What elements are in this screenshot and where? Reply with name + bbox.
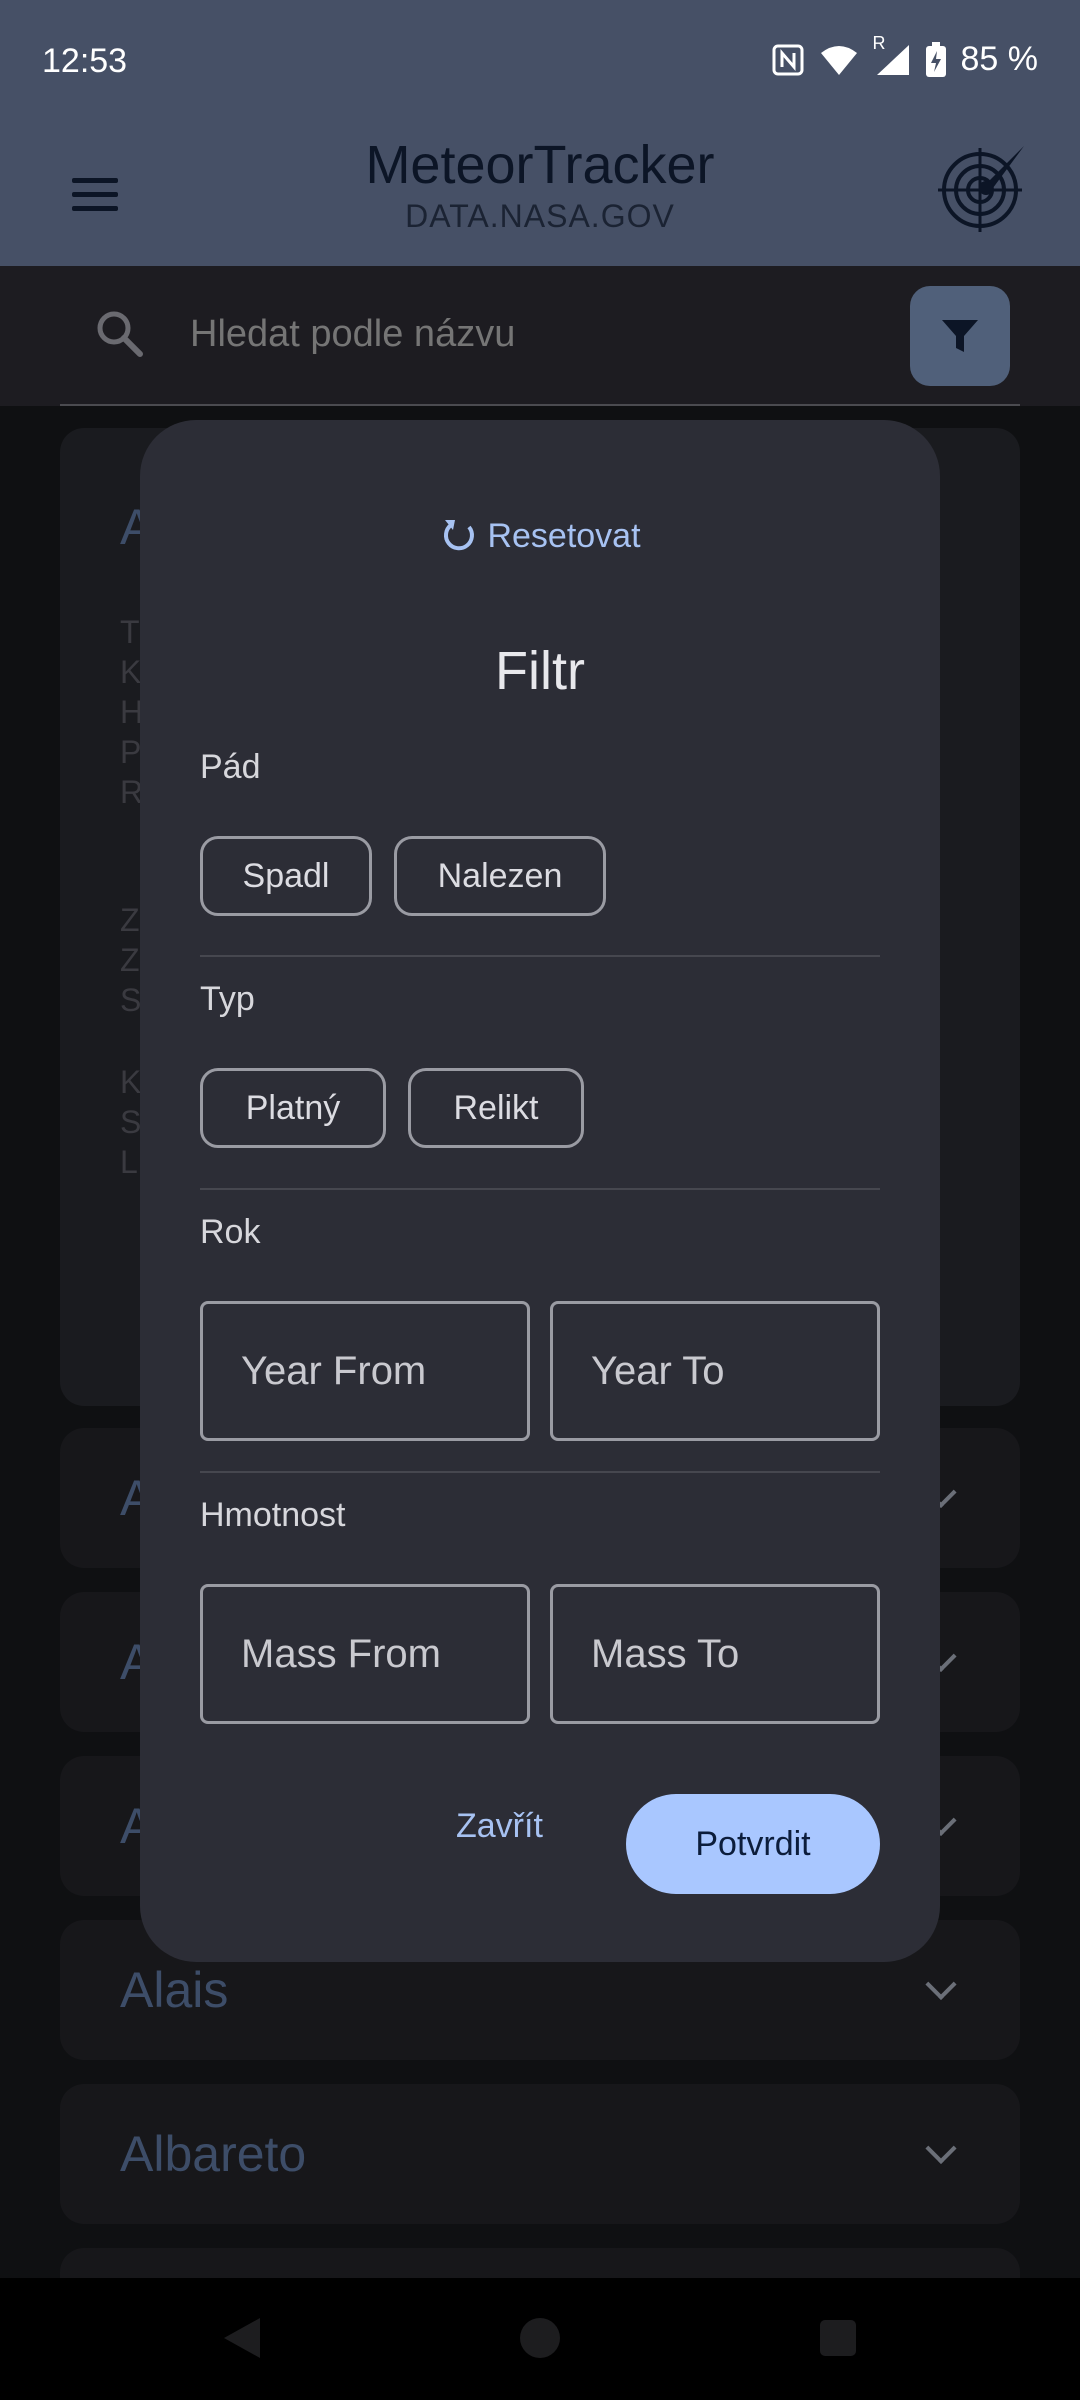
mass-from-field[interactable]: Mass From [200,1584,530,1724]
list-item[interactable]: Albareto [60,2084,1020,2224]
signal-icon: R [873,33,911,77]
reset-icon [444,520,475,551]
divider [200,1471,880,1473]
chip-relict[interactable]: Relikt [408,1068,584,1148]
roaming-indicator: R [872,32,886,53]
peek-text-bot: K S L [120,1064,142,1180]
recents-icon[interactable] [820,2320,856,2356]
radar-logo-icon [938,146,1024,232]
back-icon[interactable] [222,2316,262,2360]
battery-icon [925,41,946,77]
filter-dialog: Resetovat Filtr Pád Spadl Nalezen Typ Pl… [140,420,940,1962]
status-time: 12:53 [42,42,128,80]
filter-button[interactable] [910,286,1010,386]
close-button[interactable]: Zavřít [456,1796,543,1856]
app-subtitle: DATA.NASA.GOV [405,198,675,234]
chip-found[interactable]: Nalezen [394,836,606,916]
year-to-field[interactable]: Year To [550,1301,880,1441]
battery-level: 85 % [960,40,1039,78]
list-item-title: Alais [120,1962,229,2018]
wifi-icon [820,45,857,75]
app-title: MeteorTracker [365,135,715,195]
mass-section-label: Hmotnost [200,1496,346,1534]
peek-text-mid: Z Z S [120,902,142,1018]
home-icon[interactable] [520,2318,560,2358]
reset-label: Resetovat [487,516,641,555]
filter-icon [942,320,978,352]
reset-button[interactable]: Resetovat [140,516,940,556]
divider [200,955,880,957]
search-underline [60,404,1020,406]
dialog-title: Filtr [495,641,585,701]
mass-to-field[interactable]: Mass To [550,1584,880,1724]
chevron-down-icon [925,1968,957,2001]
year-from-field[interactable]: Year From [200,1301,530,1441]
app-bar: MeteorTracker DATA.NASA.GOV [0,126,1080,266]
confirm-button[interactable]: Potvrdit [626,1794,880,1894]
chip-fell[interactable]: Spadl [200,836,372,916]
type-section-label: Typ [200,980,255,1018]
year-section-label: Rok [200,1213,261,1251]
chevron-down-icon [925,2132,957,2165]
divider [200,1188,880,1190]
fall-section-label: Pád [200,748,261,786]
chip-valid[interactable]: Platný [200,1068,386,1148]
search-icon [97,311,143,357]
system-nav-bar [0,2278,1080,2400]
search-bar [0,266,1080,406]
list-item-title: Albareto [120,2126,307,2182]
search-input[interactable] [190,304,870,364]
status-icons: R 85 % [771,33,1039,79]
nfc-icon [772,44,803,75]
status-bar: 12:53 R 85 % [0,0,1080,126]
